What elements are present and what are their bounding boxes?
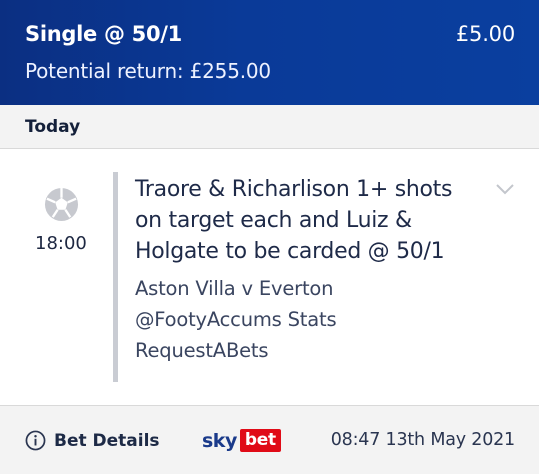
event-time: 18:00 bbox=[35, 233, 87, 254]
chevron-down-icon[interactable] bbox=[495, 182, 515, 196]
sky-bet-logo: sky bet bbox=[202, 429, 281, 452]
bet-details-label: Bet Details bbox=[54, 430, 160, 451]
info-icon bbox=[25, 430, 46, 451]
selection-divider bbox=[113, 172, 118, 382]
potential-return: Potential return: £255.00 bbox=[25, 59, 271, 83]
date-group-header: Today bbox=[0, 105, 539, 149]
bet-details-button[interactable]: Bet Details bbox=[25, 430, 160, 451]
market-tag: @FootyAccums Stats bbox=[135, 308, 337, 331]
bet-header: Single @ 50/1 £5.00 Potential return: £2… bbox=[0, 0, 539, 105]
logo-sky: sky bbox=[202, 429, 237, 452]
date-group-label: Today bbox=[25, 117, 81, 137]
bet-footer: Bet Details sky bet 08:47 13th May 2021 bbox=[0, 405, 539, 474]
match-name: Aston Villa v Everton bbox=[135, 277, 334, 300]
logo-bet: bet bbox=[239, 429, 281, 452]
selection-text: Traore & Richarlison 1+ shots on target … bbox=[135, 177, 453, 264]
bet-placed-time: 08:47 13th May 2021 bbox=[330, 430, 515, 450]
market-tag-2: RequestABets bbox=[135, 339, 269, 362]
football-icon bbox=[44, 187, 79, 222]
bet-type: Single @ 50/1 bbox=[25, 22, 182, 46]
event-meta: Aston Villa v Everton @FootyAccums Stats… bbox=[135, 273, 485, 366]
stake-amount: £5.00 bbox=[455, 22, 515, 46]
